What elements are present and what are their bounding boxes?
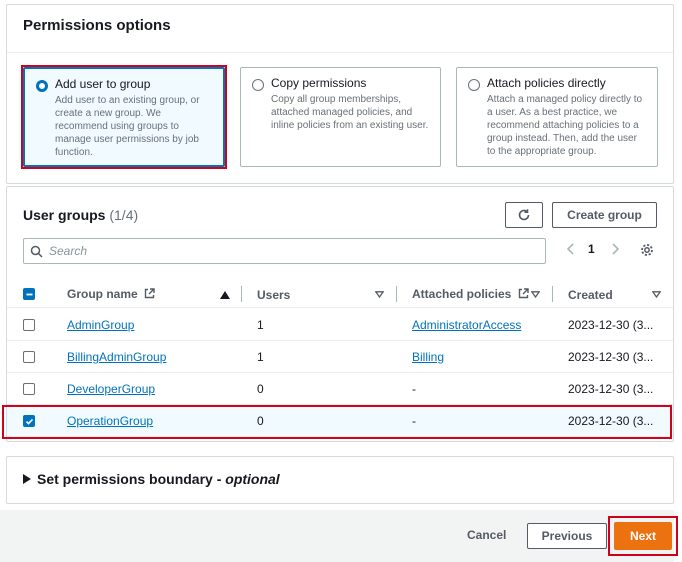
boundary-label: Set permissions boundary - xyxy=(37,471,226,487)
table-row[interactable]: AdminGroup 1 AdministratorAccess 2023-12… xyxy=(7,309,673,341)
group-name-link[interactable]: AdminGroup xyxy=(67,318,134,332)
user-groups-count: (1/4) xyxy=(109,207,139,223)
search-placeholder: Search xyxy=(49,244,88,258)
users-count: 1 xyxy=(257,350,264,364)
group-name-link[interactable]: DeveloperGroup xyxy=(67,382,155,396)
radio-selected-icon[interactable] xyxy=(36,80,48,92)
created-date: 2023-12-30 (3... xyxy=(568,414,654,428)
option-title: Add user to group xyxy=(55,77,151,91)
previous-button[interactable]: Previous xyxy=(527,523,607,549)
option-copy-permissions[interactable]: Copy permissions Copy all group membersh… xyxy=(240,67,441,167)
permissions-options-panel: Permissions options Add user to group Ad… xyxy=(6,4,674,184)
row-checkbox[interactable] xyxy=(23,351,35,363)
users-count: 0 xyxy=(257,382,264,396)
sort-icon[interactable] xyxy=(652,291,661,298)
sort-ascending-icon[interactable] xyxy=(220,291,230,299)
caret-right-icon xyxy=(23,474,31,484)
table-header: Group name Users Attached policies Creat… xyxy=(7,280,673,308)
table-row[interactable]: BillingAdminGroup 1 Billing 2023-12-30 (… xyxy=(7,341,673,373)
user-groups-label: User groups xyxy=(23,207,106,223)
option-title: Attach policies directly xyxy=(487,76,606,90)
policy-empty: - xyxy=(412,382,416,396)
gear-icon xyxy=(641,244,653,256)
column-separator[interactable] xyxy=(241,286,242,302)
next-button[interactable]: Next xyxy=(614,522,672,550)
refresh-button[interactable] xyxy=(505,202,543,228)
divider xyxy=(7,52,673,53)
row-checkbox-checked[interactable] xyxy=(23,415,35,427)
created-date: 2023-12-30 (3... xyxy=(568,350,654,364)
column-label: Group name xyxy=(67,287,138,301)
sort-icon[interactable] xyxy=(531,291,540,298)
policy-link[interactable]: AdministratorAccess xyxy=(412,318,521,332)
user-groups-panel: User groups (1/4) Create group Search 1 xyxy=(6,186,674,442)
permissions-options-title: Permissions options xyxy=(23,17,171,34)
radio-icon[interactable] xyxy=(468,79,480,91)
created-date: 2023-12-30 (3... xyxy=(568,318,654,332)
external-link-icon xyxy=(144,288,155,299)
row-checkbox[interactable] xyxy=(23,319,35,331)
permissions-boundary-toggle[interactable]: Set permissions boundary - optional xyxy=(23,471,280,487)
page-number[interactable]: 1 xyxy=(588,242,595,256)
permissions-boundary-panel[interactable]: Set permissions boundary - optional xyxy=(6,456,674,504)
column-users[interactable]: Users xyxy=(257,288,290,302)
option-description: Add user to an existing group, or create… xyxy=(55,95,200,158)
policy-link[interactable]: Billing xyxy=(412,350,444,364)
table-row-selected[interactable]: OperationGroup 0 - 2023-12-30 (3... xyxy=(7,405,673,437)
wizard-footer: Cancel Previous Next xyxy=(0,510,678,562)
option-description: Attach a managed policy directly to a us… xyxy=(487,94,643,157)
next-page-button[interactable] xyxy=(610,241,620,257)
users-count: 0 xyxy=(257,414,264,428)
group-name-link[interactable]: BillingAdminGroup xyxy=(67,350,166,364)
external-link-icon xyxy=(518,288,529,299)
column-label: Attached policies xyxy=(412,287,512,301)
chevron-left-icon xyxy=(566,243,574,255)
column-group-name[interactable]: Group name xyxy=(67,287,155,301)
settings-button[interactable] xyxy=(640,243,654,257)
column-separator[interactable] xyxy=(552,286,553,302)
search-input[interactable]: Search xyxy=(23,238,546,264)
optional-label: optional xyxy=(225,471,280,487)
cancel-button[interactable]: Cancel xyxy=(467,528,506,542)
group-name-link[interactable]: OperationGroup xyxy=(67,414,153,428)
select-all-checkbox[interactable] xyxy=(23,288,35,300)
option-add-user-to-group[interactable]: Add user to group Add user to an existin… xyxy=(23,67,225,167)
option-description: Copy all group memberships, attached man… xyxy=(271,94,429,131)
column-attached-policies[interactable]: Attached policies xyxy=(412,287,529,301)
search-icon xyxy=(30,245,43,258)
option-title: Copy permissions xyxy=(271,76,367,90)
option-attach-policies-directly[interactable]: Attach policies directly Attach a manage… xyxy=(456,67,658,167)
users-count: 1 xyxy=(257,318,264,332)
create-group-button[interactable]: Create group xyxy=(552,202,657,228)
sort-icon[interactable] xyxy=(375,291,384,298)
policy-empty: - xyxy=(412,414,416,428)
prev-page-button[interactable] xyxy=(566,241,576,257)
column-separator[interactable] xyxy=(396,286,397,302)
chevron-right-icon xyxy=(612,243,620,255)
created-date: 2023-12-30 (3... xyxy=(568,382,654,396)
user-groups-title: User groups (1/4) xyxy=(23,207,138,223)
row-checkbox[interactable] xyxy=(23,383,35,395)
minus-icon xyxy=(26,293,32,295)
column-created[interactable]: Created xyxy=(568,288,613,302)
table-row[interactable]: DeveloperGroup 0 - 2023-12-30 (3... xyxy=(7,373,673,405)
refresh-icon xyxy=(518,209,530,221)
radio-icon[interactable] xyxy=(252,79,264,91)
checkmark-icon xyxy=(25,418,33,425)
